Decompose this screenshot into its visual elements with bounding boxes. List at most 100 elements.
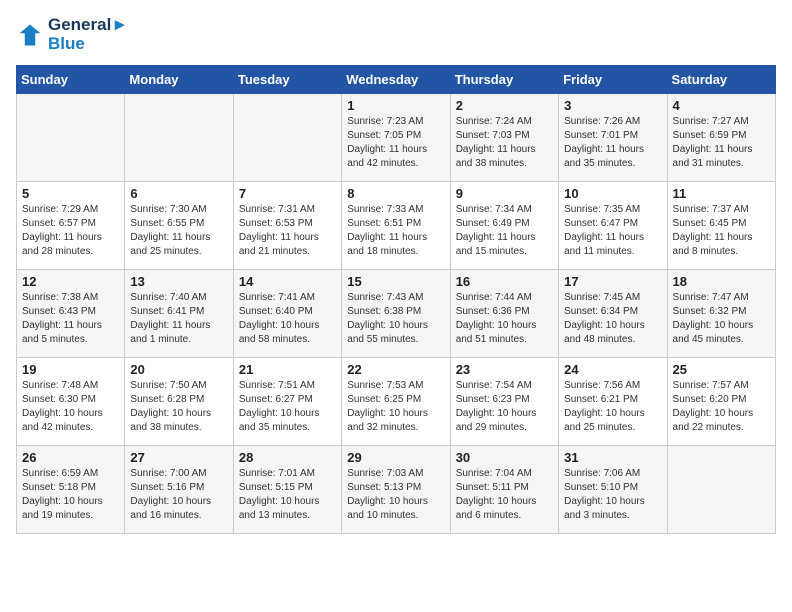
day-info: Sunrise: 7:30 AM Sunset: 6:55 PM Dayligh…	[130, 203, 227, 259]
day-number: 12	[22, 274, 119, 289]
logo: General►Blue	[16, 16, 128, 53]
day-info: Sunrise: 7:48 AM Sunset: 6:30 PM Dayligh…	[22, 379, 119, 435]
day-info: Sunrise: 6:59 AM Sunset: 5:18 PM Dayligh…	[22, 467, 119, 523]
day-info: Sunrise: 7:01 AM Sunset: 5:15 PM Dayligh…	[239, 467, 336, 523]
day-info: Sunrise: 7:26 AM Sunset: 7:01 PM Dayligh…	[564, 115, 661, 171]
day-cell: 24 Sunrise: 7:56 AM Sunset: 6:21 PM Dayli…	[559, 358, 667, 446]
col-header-wednesday: Wednesday	[342, 66, 450, 94]
day-cell	[17, 94, 125, 182]
day-cell: 31 Sunrise: 7:06 AM Sunset: 5:10 PM Dayli…	[559, 446, 667, 534]
day-info: Sunrise: 7:53 AM Sunset: 6:25 PM Dayligh…	[347, 379, 444, 435]
day-info: Sunrise: 7:00 AM Sunset: 5:16 PM Dayligh…	[130, 467, 227, 523]
day-number: 30	[456, 450, 553, 465]
day-number: 25	[673, 362, 770, 377]
day-info: Sunrise: 7:38 AM Sunset: 6:43 PM Dayligh…	[22, 291, 119, 347]
day-number: 18	[673, 274, 770, 289]
day-number: 22	[347, 362, 444, 377]
day-info: Sunrise: 7:34 AM Sunset: 6:49 PM Dayligh…	[456, 203, 553, 259]
col-header-thursday: Thursday	[450, 66, 558, 94]
day-number: 14	[239, 274, 336, 289]
day-cell: 29 Sunrise: 7:03 AM Sunset: 5:13 PM Dayli…	[342, 446, 450, 534]
day-cell: 9 Sunrise: 7:34 AM Sunset: 6:49 PM Daylig…	[450, 182, 558, 270]
day-info: Sunrise: 7:50 AM Sunset: 6:28 PM Dayligh…	[130, 379, 227, 435]
day-info: Sunrise: 7:51 AM Sunset: 6:27 PM Dayligh…	[239, 379, 336, 435]
week-row-3: 12 Sunrise: 7:38 AM Sunset: 6:43 PM Dayli…	[17, 270, 776, 358]
day-cell: 1 Sunrise: 7:23 AM Sunset: 7:05 PM Daylig…	[342, 94, 450, 182]
day-number: 26	[22, 450, 119, 465]
day-cell: 21 Sunrise: 7:51 AM Sunset: 6:27 PM Dayli…	[233, 358, 341, 446]
day-cell: 8Sunrise: 7:33 AM Sunset: 6:51 PM Daylig…	[342, 182, 450, 270]
day-info: Sunrise: 7:54 AM Sunset: 6:23 PM Dayligh…	[456, 379, 553, 435]
col-header-monday: Monday	[125, 66, 233, 94]
day-cell: 23 Sunrise: 7:54 AM Sunset: 6:23 PM Dayli…	[450, 358, 558, 446]
day-number: 9	[456, 186, 553, 201]
day-cell: 3 Sunrise: 7:26 AM Sunset: 7:01 PM Daylig…	[559, 94, 667, 182]
day-info: Sunrise: 7:45 AM Sunset: 6:34 PM Dayligh…	[564, 291, 661, 347]
day-info: Sunrise: 7:56 AM Sunset: 6:21 PM Dayligh…	[564, 379, 661, 435]
page-header: General►Blue	[16, 16, 776, 53]
day-number: 29	[347, 450, 444, 465]
day-number: 7	[239, 186, 336, 201]
day-info: Sunrise: 7:33 AM Sunset: 6:51 PM Dayligh…	[347, 203, 444, 259]
day-cell	[233, 94, 341, 182]
day-info: Sunrise: 7:35 AM Sunset: 6:47 PM Dayligh…	[564, 203, 661, 259]
day-info: Sunrise: 7:29 AM Sunset: 6:57 PM Dayligh…	[22, 203, 119, 259]
day-number: 3	[564, 98, 661, 113]
day-info: Sunrise: 7:06 AM Sunset: 5:10 PM Dayligh…	[564, 467, 661, 523]
day-number: 6	[130, 186, 227, 201]
day-cell: 22 Sunrise: 7:53 AM Sunset: 6:25 PM Dayli…	[342, 358, 450, 446]
day-cell: 26 Sunrise: 6:59 AM Sunset: 5:18 PM Dayli…	[17, 446, 125, 534]
day-info: Sunrise: 7:03 AM Sunset: 5:13 PM Dayligh…	[347, 467, 444, 523]
day-number: 31	[564, 450, 661, 465]
day-info: Sunrise: 7:04 AM Sunset: 5:11 PM Dayligh…	[456, 467, 553, 523]
day-cell: 10Sunrise: 7:35 AM Sunset: 6:47 PM Dayli…	[559, 182, 667, 270]
col-header-friday: Friday	[559, 66, 667, 94]
day-cell: 18Sunrise: 7:47 AM Sunset: 6:32 PM Dayli…	[667, 270, 775, 358]
week-row-1: 1 Sunrise: 7:23 AM Sunset: 7:05 PM Daylig…	[17, 94, 776, 182]
day-cell: 28 Sunrise: 7:01 AM Sunset: 5:15 PM Dayli…	[233, 446, 341, 534]
day-number: 28	[239, 450, 336, 465]
day-number: 20	[130, 362, 227, 377]
day-cell: 4 Sunrise: 7:27 AM Sunset: 6:59 PM Daylig…	[667, 94, 775, 182]
day-number: 23	[456, 362, 553, 377]
day-info: Sunrise: 7:43 AM Sunset: 6:38 PM Dayligh…	[347, 291, 444, 347]
day-info: Sunrise: 7:41 AM Sunset: 6:40 PM Dayligh…	[239, 291, 336, 347]
day-number: 24	[564, 362, 661, 377]
day-cell	[125, 94, 233, 182]
day-cell: 15 Sunrise: 7:43 AM Sunset: 6:38 PM Dayli…	[342, 270, 450, 358]
day-info: Sunrise: 7:23 AM Sunset: 7:05 PM Dayligh…	[347, 115, 444, 171]
day-cell: 25 Sunrise: 7:57 AM Sunset: 6:20 PM Dayli…	[667, 358, 775, 446]
calendar-table: SundayMondayTuesdayWednesdayThursdayFrid…	[16, 65, 776, 534]
day-cell: 16Sunrise: 7:44 AM Sunset: 6:36 PM Dayli…	[450, 270, 558, 358]
day-number: 13	[130, 274, 227, 289]
day-number: 11	[673, 186, 770, 201]
day-number: 1	[347, 98, 444, 113]
day-cell: 6 Sunrise: 7:30 AM Sunset: 6:55 PM Daylig…	[125, 182, 233, 270]
day-number: 16	[456, 274, 553, 289]
day-cell: 27 Sunrise: 7:00 AM Sunset: 5:16 PM Dayli…	[125, 446, 233, 534]
day-cell: 20 Sunrise: 7:50 AM Sunset: 6:28 PM Dayli…	[125, 358, 233, 446]
day-info: Sunrise: 7:57 AM Sunset: 6:20 PM Dayligh…	[673, 379, 770, 435]
day-cell: 12 Sunrise: 7:38 AM Sunset: 6:43 PM Dayli…	[17, 270, 125, 358]
day-number: 17	[564, 274, 661, 289]
col-header-saturday: Saturday	[667, 66, 775, 94]
day-cell	[667, 446, 775, 534]
week-row-2: 5 Sunrise: 7:29 AM Sunset: 6:57 PM Daylig…	[17, 182, 776, 270]
col-header-tuesday: Tuesday	[233, 66, 341, 94]
day-number: 27	[130, 450, 227, 465]
day-number: 5	[22, 186, 119, 201]
day-number: 21	[239, 362, 336, 377]
day-info: Sunrise: 7:40 AM Sunset: 6:41 PM Dayligh…	[130, 291, 227, 347]
day-cell: 13 Sunrise: 7:40 AM Sunset: 6:41 PM Dayli…	[125, 270, 233, 358]
day-number: 19	[22, 362, 119, 377]
logo-text: General►Blue	[48, 16, 128, 53]
day-info: Sunrise: 7:37 AM Sunset: 6:45 PM Dayligh…	[673, 203, 770, 259]
day-number: 4	[673, 98, 770, 113]
day-cell: 11 Sunrise: 7:37 AM Sunset: 6:45 PM Dayli…	[667, 182, 775, 270]
day-number: 15	[347, 274, 444, 289]
week-row-4: 19 Sunrise: 7:48 AM Sunset: 6:30 PM Dayli…	[17, 358, 776, 446]
day-cell: 2Sunrise: 7:24 AM Sunset: 7:03 PM Daylig…	[450, 94, 558, 182]
day-cell: 7 Sunrise: 7:31 AM Sunset: 6:53 PM Daylig…	[233, 182, 341, 270]
day-info: Sunrise: 7:27 AM Sunset: 6:59 PM Dayligh…	[673, 115, 770, 171]
day-info: Sunrise: 7:31 AM Sunset: 6:53 PM Dayligh…	[239, 203, 336, 259]
